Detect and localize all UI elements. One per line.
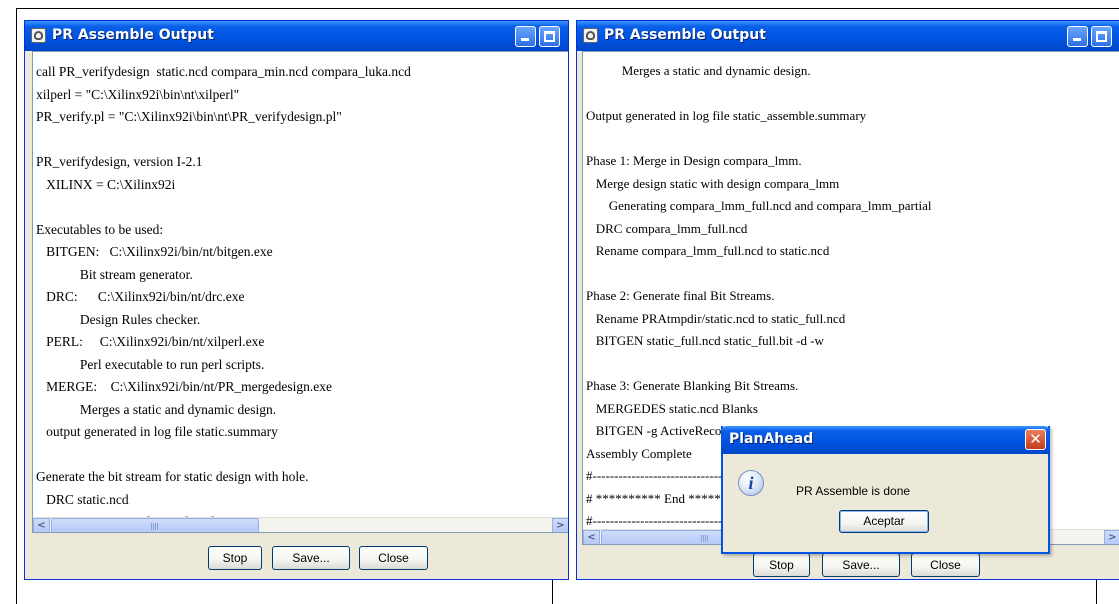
left-window-title: PR Assemble Output <box>52 27 214 43</box>
scroll-left-icon[interactable]: < <box>33 518 50 532</box>
log-line: xilperl = "C:\Xilinx92i\bin\nt\xilperl" <box>36 86 240 102</box>
left-output-window: PR Assemble Output call PR_verifydesign … <box>24 20 569 580</box>
log-line <box>586 83 1000 106</box>
stop-button[interactable]: Stop <box>753 553 810 577</box>
log-line: DRC: C:\Xilinx92i/bin/nt/drc.exe <box>36 289 245 304</box>
frame-line-left <box>16 8 17 604</box>
left-output-text[interactable]: call PR_verifydesign static.ncd compara_… <box>32 51 568 533</box>
log-line: Rename compara_lmm_full.ncd to static.nc… <box>586 243 830 258</box>
right-window-title: PR Assemble Output <box>604 27 766 43</box>
close-button[interactable]: Close <box>911 553 980 577</box>
close-button[interactable]: Close <box>359 546 428 570</box>
log-line <box>36 196 411 219</box>
info-icon: i <box>738 470 764 496</box>
log-line: DRC compara_lmm_full.ncd <box>586 220 748 236</box>
log-line: PR_verify.pl = "C:\Xilinx92i\bin\nt\PR_v… <box>36 109 342 124</box>
log-line <box>586 353 1000 376</box>
left-log-lines: call PR_verifydesign static.ncd compara_… <box>36 61 411 532</box>
log-line: BITGEN static_full.ncd static_full.bit -… <box>586 333 824 348</box>
aceptar-button[interactable]: Aceptar <box>839 510 929 533</box>
app-icon <box>31 28 46 43</box>
log-line: Perl executable to run perl scripts. <box>36 356 265 372</box>
log-line: Rename PRAtmpdir/static.ncd to static_fu… <box>586 310 846 326</box>
dialog-title: PlanAhead <box>729 431 814 447</box>
log-line: MERGEDES static.ncd Blanks <box>586 400 758 416</box>
log-line: Merges a static and dynamic design. <box>36 401 277 417</box>
log-line: Generating compara_lmm_full.ncd and comp… <box>586 198 932 213</box>
log-line: DRC static.ncd <box>36 491 129 507</box>
planahead-dialog: PlanAhead ✕ i PR Assemble is done Acepta… <box>721 426 1050 554</box>
close-icon[interactable]: ✕ <box>1025 429 1046 450</box>
log-line: Phase 2: Generate final Bit Streams. <box>586 288 775 303</box>
log-line <box>36 444 411 467</box>
frame-line-top <box>16 8 1119 9</box>
log-line <box>586 128 1000 151</box>
dialog-titlebar[interactable]: PlanAhead ✕ <box>721 426 1050 454</box>
log-line: Generate the bit stream for static desig… <box>36 469 309 484</box>
save-button[interactable]: Save... <box>272 546 350 570</box>
log-line <box>36 129 411 152</box>
log-line: call PR_verifydesign static.ncd compara_… <box>36 64 411 79</box>
right-window-titlebar[interactable]: PR Assemble Output <box>577 21 1119 51</box>
log-line: Output generated in log file static_asse… <box>586 108 867 123</box>
log-line: MERGE: C:\Xilinx92i/bin/nt/PR_mergedesig… <box>36 379 332 394</box>
log-line: PERL: C:\Xilinx92i/bin/nt/xilperl.exe <box>36 334 265 349</box>
log-line: Merge design static with design compara_… <box>586 175 840 191</box>
left-horizontal-scrollbar[interactable]: < > <box>33 517 568 532</box>
maximize-icon[interactable] <box>1091 26 1112 47</box>
scroll-thumb[interactable] <box>51 518 259 532</box>
minimize-icon[interactable] <box>1067 26 1088 47</box>
log-line: XILINX = C:\Xilinx92i <box>36 176 176 192</box>
scroll-right-icon[interactable]: > <box>552 518 568 532</box>
scroll-left-icon[interactable]: < <box>583 530 600 544</box>
left-window-titlebar[interactable]: PR Assemble Output <box>25 21 568 51</box>
log-line: Bit stream generator. <box>36 266 193 282</box>
save-button[interactable]: Save... <box>822 553 900 577</box>
log-line: PR_verifydesign, version I-2.1 <box>36 154 203 169</box>
maximize-icon[interactable] <box>539 26 560 47</box>
log-line <box>586 263 1000 286</box>
scroll-right-icon[interactable]: > <box>1104 530 1119 544</box>
log-line: Design Rules checker. <box>36 311 201 327</box>
stop-button[interactable]: Stop <box>208 546 262 570</box>
dialog-message: PR Assemble is done <box>796 484 911 498</box>
log-line: Phase 1: Merge in Design compara_lmm. <box>586 153 802 168</box>
log-line: Merges a static and dynamic design. <box>586 63 811 78</box>
log-line: Phase 3: Generate Blanking Bit Streams. <box>586 378 799 393</box>
log-line: BITGEN: C:\Xilinx92i/bin/nt/bitgen.exe <box>36 244 273 259</box>
app-icon <box>583 28 598 43</box>
minimize-icon[interactable] <box>515 26 536 47</box>
log-line: Executables to be used: <box>36 221 164 237</box>
log-line: output generated in log file static.summ… <box>36 424 278 439</box>
